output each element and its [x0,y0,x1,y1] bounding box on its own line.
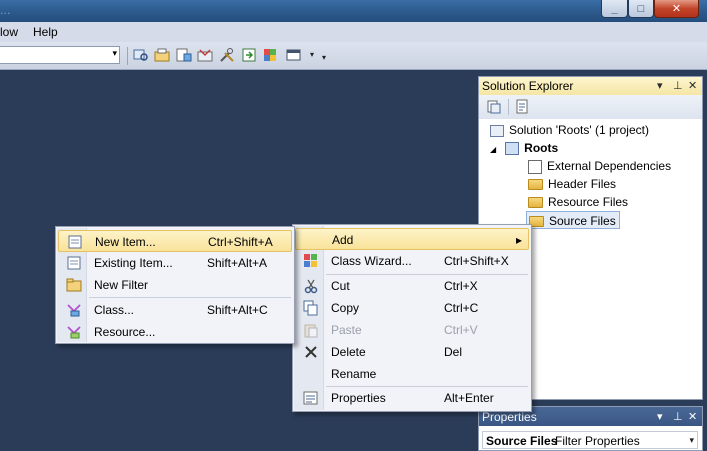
menu-help[interactable]: Help [33,25,58,39]
tree-item-resource-files[interactable]: Resource Files [528,193,628,211]
properties-page-icon[interactable] [513,99,531,115]
menu-item-cut[interactable]: Cut Ctrl+X [295,275,529,297]
menu-item-new-item[interactable]: New Item... Ctrl+Shift+A [58,230,292,252]
menu-item-resource[interactable]: Resource... [58,321,292,343]
show-all-files-icon[interactable] [485,99,503,115]
menu-item-properties[interactable]: Properties Alt+Enter [295,387,529,409]
pane-dropdown-icon[interactable]: ▾ [657,79,663,92]
properties-title: Properties [482,410,537,424]
window-icon[interactable] [286,47,302,63]
menu-item-new-filter[interactable]: New Filter [58,274,292,296]
dependencies-icon [528,159,542,174]
menu-item-existing-item[interactable]: Existing Item... Shift+Alt+A [58,252,292,274]
pin-icon[interactable]: ⊥ [673,410,683,423]
menu-item-class-wizard[interactable]: Class Wizard... Ctrl+Shift+X [295,250,529,272]
class-icon [66,302,82,318]
toolbar-options-icon[interactable]: ▾ [316,50,332,66]
menu-item-delete[interactable]: Delete Del [295,341,529,363]
add-submenu: New Item... Ctrl+Shift+A Existing Item..… [55,226,295,344]
solution-explorer-toolbar [479,95,702,119]
delete-icon [303,344,319,360]
menu-separator [89,297,291,298]
configuration-combo[interactable]: ▾ [0,46,120,64]
solution-icon [490,124,504,137]
class-view-icon[interactable] [176,47,192,63]
menu-item-paste[interactable]: Paste Ctrl+V [295,319,529,341]
title-bar: ... _ □ ✕ [0,0,707,22]
toolbox-icon[interactable] [197,47,213,63]
expander-icon[interactable]: ◢ [490,145,496,154]
pane-close-icon[interactable]: ✕ [688,79,697,92]
submenu-arrow-icon: ▸ [516,233,523,247]
menu-bar: low Help [0,22,707,42]
object-name: Source Files [486,434,558,448]
properties-pane: Properties ▾ ⊥ ✕ Source Files Filter Pro… [478,406,703,451]
tools-icon[interactable] [219,47,235,63]
solution-explorer-header: Solution Explorer ▾ ⊥ ✕ [479,77,702,95]
folder-icon [528,197,543,209]
close-button[interactable]: ✕ [654,0,699,18]
tree-item-header-files[interactable]: Header Files [528,175,616,193]
properties-icon [303,390,319,406]
object-type: Filter Properties [555,434,640,448]
folder-icon [66,277,82,293]
properties-object-select[interactable]: Source Files Filter Properties ▾ [482,431,698,449]
solution-explorer-icon[interactable] [241,47,257,63]
cut-icon [303,278,319,294]
find-in-files-icon[interactable] [133,47,149,63]
context-menu: Add ▸ Class Wizard... Ctrl+Shift+X Cut C… [292,224,532,412]
folder-icon [528,179,543,191]
menu-item-class[interactable]: Class... Shift+Alt+C [58,299,292,321]
window-title: ... [0,3,11,17]
tree-item-solution[interactable]: Solution 'Roots' (1 project) [490,121,649,139]
new-item-icon [67,234,83,250]
menu-item-add[interactable]: Add ▸ [295,228,529,250]
menu-window[interactable]: low [0,25,18,39]
toolbar-separator [127,47,128,65]
tree-item-external-dependencies[interactable]: External Dependencies [528,157,671,175]
project-icon [505,142,520,156]
paste-icon [303,322,319,338]
menu-item-rename[interactable]: Rename [295,363,529,385]
existing-item-icon [66,255,82,271]
pane-close-icon[interactable]: ✕ [688,410,697,423]
toolbar-separator [508,99,509,115]
minimize-button[interactable]: _ [601,0,628,18]
chevron-down-icon: ▾ [112,48,117,58]
copy-icon [303,300,319,316]
toolbar: ▾ ▾ ▾ [0,42,707,70]
tree-item-project[interactable]: ◢ Roots [490,139,558,157]
pin-icon[interactable]: ⊥ [673,79,683,92]
class-wizard-icon [303,253,319,269]
menu-item-copy[interactable]: Copy Ctrl+C [295,297,529,319]
pane-dropdown-icon[interactable]: ▾ [657,410,663,423]
solution-explorer-title: Solution Explorer [482,79,574,93]
chevron-down-icon: ▾ [689,435,694,445]
resource-icon [66,324,82,340]
tree-item-source-files[interactable]: Source Files [526,211,620,229]
project-icon[interactable] [154,47,170,63]
maximize-button[interactable]: □ [628,0,654,18]
properties-icon[interactable] [262,47,278,63]
